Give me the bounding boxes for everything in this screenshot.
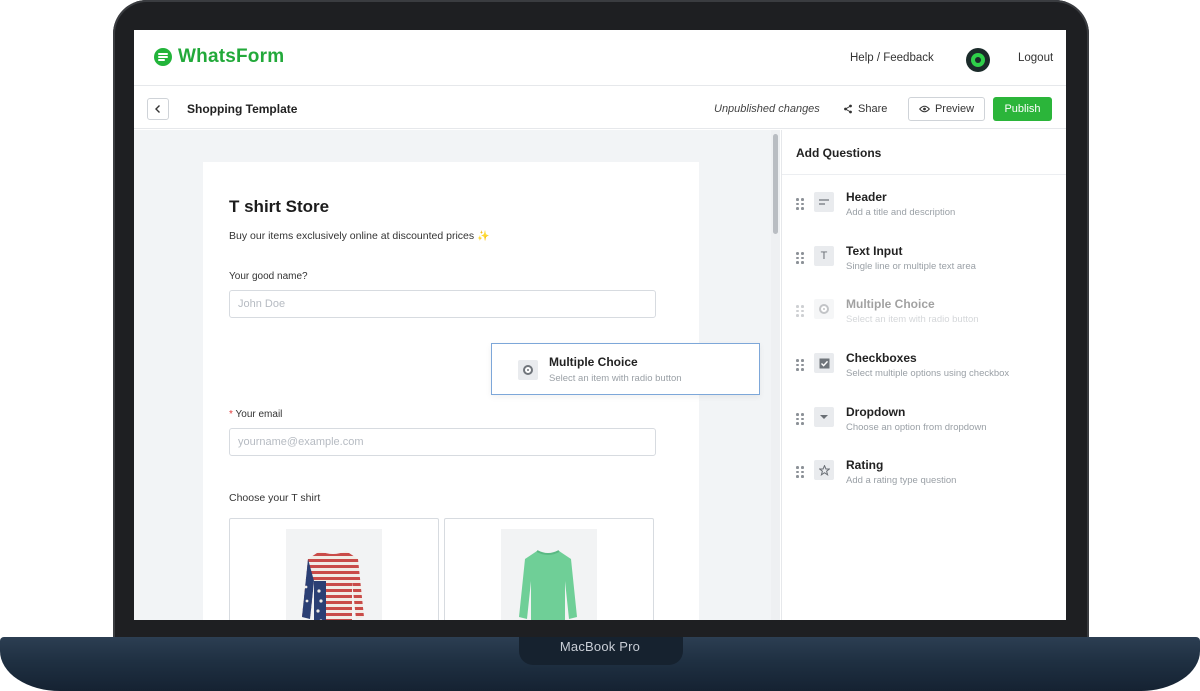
- question-type-desc: Select an item with radio button: [846, 314, 979, 325]
- checkbox-icon: [814, 353, 834, 373]
- email-input[interactable]: yourname@example.com: [229, 428, 656, 456]
- back-button[interactable]: [147, 98, 169, 120]
- question-type-name: Checkboxes: [846, 351, 917, 365]
- required-marker: *: [229, 409, 233, 420]
- question-type-name: Multiple Choice: [846, 297, 935, 311]
- drag-handle-icon[interactable]: [796, 413, 804, 425]
- form-description-text: Buy our items exclusively online at disc…: [229, 230, 475, 242]
- question-type-dropdown[interactable]: Dropdown Choose an option from dropdown: [782, 403, 1066, 447]
- product-image: [286, 529, 382, 620]
- avatar[interactable]: [966, 48, 990, 72]
- name-field-label: Your good name?: [229, 271, 308, 282]
- share-icon: [844, 104, 852, 114]
- green-sweater-image: [519, 550, 577, 620]
- share-button[interactable]: Share: [843, 103, 887, 115]
- preview-button[interactable]: Preview: [908, 97, 985, 121]
- question-type-desc: Choose an option from dropdown: [846, 422, 987, 433]
- logout-link[interactable]: Logout: [1018, 52, 1053, 64]
- radio-icon: [814, 299, 834, 319]
- dropdown-icon: [814, 407, 834, 427]
- email-field-label: * Your email: [229, 409, 282, 420]
- radio-icon: [518, 360, 538, 380]
- unpublished-status: Unpublished changes: [714, 103, 820, 115]
- drag-handle-icon[interactable]: [796, 198, 804, 210]
- question-type-desc: Add a rating type question: [846, 475, 957, 486]
- star-icon: [814, 460, 834, 480]
- question-type-multiple-choice[interactable]: Multiple Choice Select an item with radi…: [782, 295, 1066, 339]
- drag-handle-icon[interactable]: [500, 364, 508, 376]
- eye-icon: [918, 105, 930, 113]
- top-bar: WhatsForm Help / Feedback Logout: [134, 30, 1066, 86]
- device-label: MacBook Pro: [559, 639, 641, 654]
- form-title[interactable]: T shirt Store: [229, 197, 329, 217]
- whatsform-logo-icon: [154, 48, 172, 66]
- screen: WhatsForm Help / Feedback Logout Shoppin…: [134, 30, 1066, 620]
- email-label-text: Your email: [235, 409, 283, 420]
- help-feedback-link[interactable]: Help / Feedback: [850, 52, 934, 64]
- question-type-checkboxes[interactable]: Checkboxes Select multiple options using…: [782, 349, 1066, 393]
- header-icon: [814, 192, 834, 212]
- question-type-desc: Single line or multiple text area: [846, 261, 976, 272]
- question-type-name: Dropdown: [846, 405, 906, 419]
- name-input[interactable]: John Doe: [229, 290, 656, 318]
- publish-button[interactable]: Publish: [993, 97, 1052, 121]
- editor-toolbar: Shopping Template Unpublished changes Sh…: [134, 87, 1066, 129]
- product-option-green[interactable]: [444, 518, 654, 620]
- dragging-question-card[interactable]: Multiple Choice Select an item with radi…: [491, 343, 760, 395]
- brand[interactable]: WhatsForm: [154, 46, 284, 68]
- sparkle-icon: ✨: [477, 231, 490, 242]
- panel-divider: [782, 174, 1066, 175]
- dragging-question-name: Multiple Choice: [549, 355, 638, 369]
- brand-name: WhatsForm: [178, 46, 285, 67]
- choice-question-label: Choose your T shirt: [229, 492, 321, 504]
- product-image: [501, 529, 597, 620]
- drag-handle-icon[interactable]: [796, 359, 804, 371]
- question-type-text-input[interactable]: T Text Input Single line or multiple tex…: [782, 242, 1066, 286]
- question-type-name: Header: [846, 190, 887, 204]
- text-input-icon: T: [814, 246, 834, 266]
- canvas-scrollbar-thumb[interactable]: [773, 134, 778, 234]
- question-type-desc: Add a title and description: [846, 207, 956, 218]
- question-type-desc: Select multiple options using checkbox: [846, 368, 1010, 379]
- panel-title: Add Questions: [796, 146, 882, 160]
- preview-label: Preview: [934, 103, 975, 115]
- page-title: Shopping Template: [187, 102, 298, 116]
- dragging-question-desc: Select an item with radio button: [549, 373, 682, 384]
- user-avatar-icon: [971, 53, 985, 67]
- drag-handle-icon[interactable]: [796, 252, 804, 264]
- share-label: Share: [858, 103, 888, 115]
- drag-handle-icon[interactable]: [796, 466, 804, 478]
- question-type-header[interactable]: Header Add a title and description: [782, 188, 1066, 232]
- add-questions-panel: Add Questions Header Add a title and des…: [781, 130, 1066, 620]
- question-type-name: Text Input: [846, 244, 903, 258]
- form-description[interactable]: Buy our items exclusively online at disc…: [229, 230, 490, 242]
- chevron-left-icon: [155, 105, 160, 113]
- striped-sweater-image: [302, 551, 364, 620]
- question-type-rating[interactable]: Rating Add a rating type question: [782, 456, 1066, 500]
- product-option-striped[interactable]: [229, 518, 439, 620]
- drag-handle-icon[interactable]: [796, 305, 804, 317]
- question-type-name: Rating: [846, 458, 884, 472]
